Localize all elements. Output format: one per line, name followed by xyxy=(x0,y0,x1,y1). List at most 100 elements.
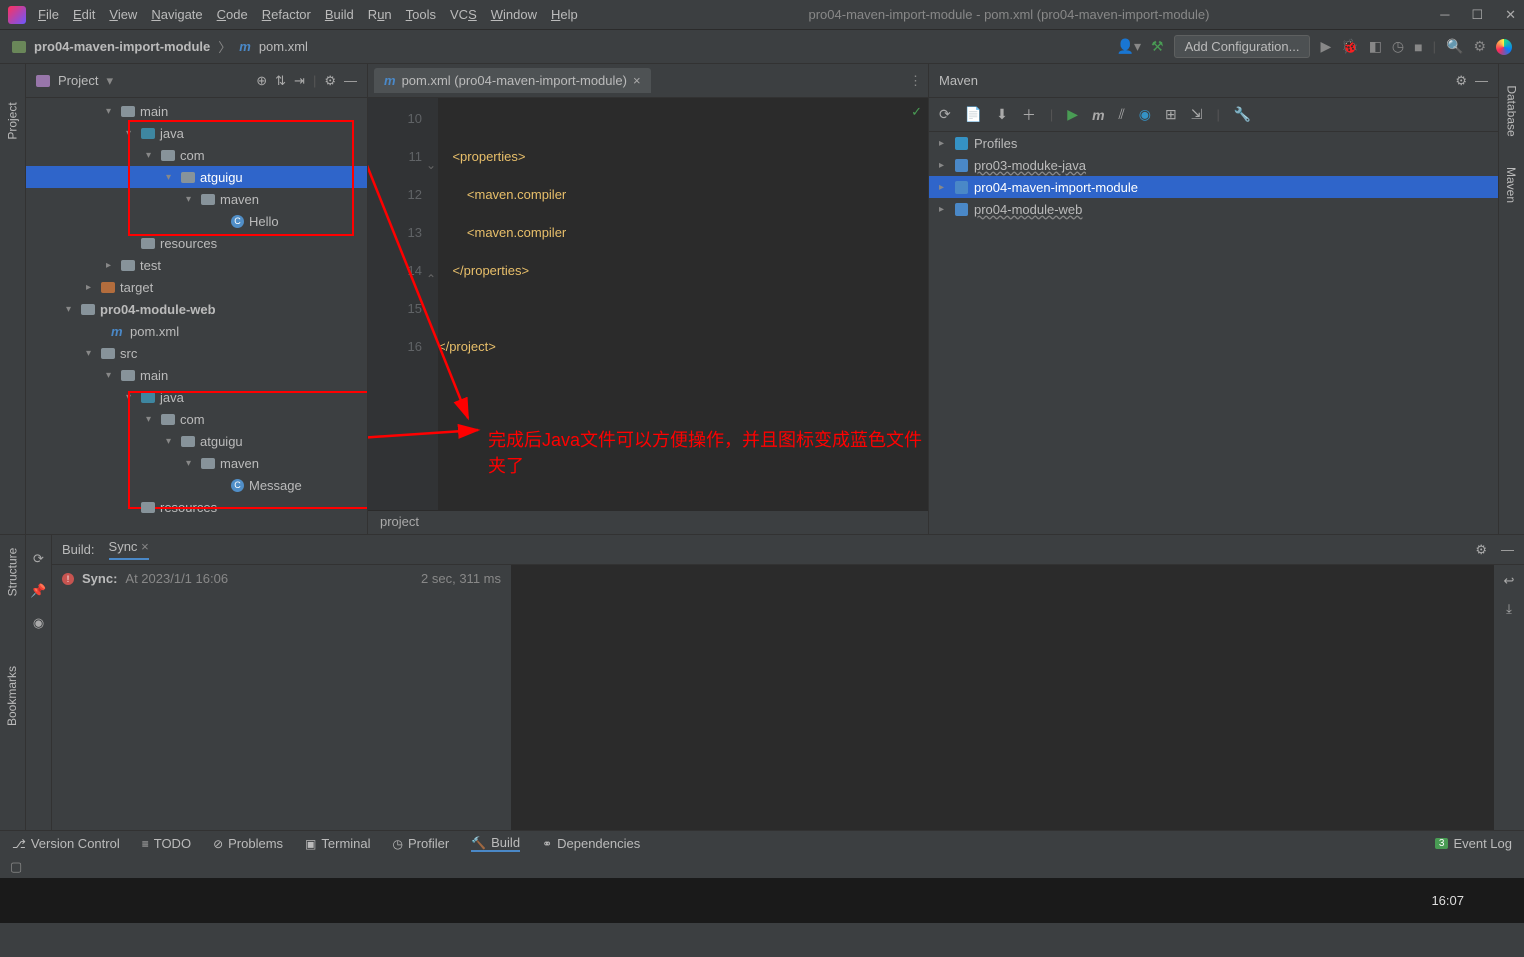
menu-file[interactable]: File xyxy=(38,7,59,22)
tree-item[interactable]: ▾pro04-module-web xyxy=(26,298,367,320)
coverage-icon[interactable]: ◧ xyxy=(1369,38,1382,55)
sync-tab[interactable]: Sync × xyxy=(109,539,149,560)
tree-item[interactable]: resources xyxy=(26,496,367,518)
editor-tab-pom[interactable]: m pom.xml (pro04-maven-import-module) × xyxy=(374,68,651,93)
menu-navigate[interactable]: Navigate xyxy=(151,7,202,22)
collapse-icon[interactable]: ⇥ xyxy=(294,73,305,89)
sidebar-tab-bookmarks[interactable]: Bookmarks xyxy=(6,666,20,726)
gear-icon[interactable]: ⚙ xyxy=(1475,542,1487,558)
tree-item[interactable]: ▾java xyxy=(26,386,367,408)
fold-icon[interactable]: ⌃ xyxy=(426,260,436,298)
sidebar-tab-maven[interactable]: Maven xyxy=(1505,167,1519,203)
menu-help[interactable]: Help xyxy=(551,7,578,22)
wrench-icon[interactable]: 🔧 xyxy=(1234,106,1251,123)
tree-item[interactable]: ▾atguigu xyxy=(26,166,367,188)
menu-window[interactable]: Window xyxy=(491,7,537,22)
soft-wrap-icon[interactable]: ↩ xyxy=(1504,573,1515,589)
status-icon[interactable]: ▢ xyxy=(10,859,22,875)
breadcrumb-file[interactable]: pom.xml xyxy=(259,39,308,54)
user-icon[interactable]: 👤▾ xyxy=(1117,38,1141,55)
search-icon[interactable]: 🔍 xyxy=(1446,38,1463,55)
hide-icon[interactable]: — xyxy=(1475,73,1488,88)
tab-build[interactable]: 🔨 Build xyxy=(471,835,520,852)
tree-item[interactable]: ▸target xyxy=(26,276,367,298)
fold-icon[interactable]: ⌄ xyxy=(426,146,436,184)
tree-item[interactable]: mpom.xml xyxy=(26,320,367,342)
build-console[interactable] xyxy=(512,565,1494,830)
run-icon[interactable]: ▶ xyxy=(1320,38,1331,55)
tree-item[interactable]: ▾java xyxy=(26,122,367,144)
offline-icon[interactable]: ◉ xyxy=(1139,106,1151,123)
maven-item[interactable]: ▸Profiles xyxy=(929,132,1498,154)
gear-icon[interactable]: ⚙ xyxy=(1455,73,1467,89)
tree-item[interactable]: ▾com xyxy=(26,408,367,430)
sidebar-tab-database[interactable]: Database xyxy=(1505,85,1519,136)
close-icon[interactable]: ✕ xyxy=(1505,7,1516,23)
dropdown-icon[interactable]: ▾ xyxy=(106,73,113,89)
tab-profiler[interactable]: ◷ Profiler xyxy=(393,836,450,851)
debug-icon[interactable]: 🐞 xyxy=(1341,38,1358,55)
scroll-end-icon[interactable]: ⤓ xyxy=(1506,601,1512,617)
maven-item[interactable]: ▸pro04-maven-import-module xyxy=(929,176,1498,198)
sync-result-row[interactable]: ! Sync: At 2023/1/1 16:06 2 sec, 311 ms xyxy=(62,571,501,586)
maven-tree[interactable]: ▸Profiles▸pro03-moduke-java▸pro04-maven-… xyxy=(929,132,1498,534)
tree-item[interactable]: ▾src xyxy=(26,342,367,364)
tree-item[interactable]: ▾main xyxy=(26,100,367,122)
jetbrains-icon[interactable] xyxy=(1496,39,1512,55)
settings-icon[interactable]: ⚙ xyxy=(1473,38,1486,55)
tab-problems[interactable]: ⊘ Problems xyxy=(213,836,283,851)
menu-edit[interactable]: Edit xyxy=(73,7,95,22)
run-icon[interactable]: ▶ xyxy=(1067,106,1078,123)
reload-icon[interactable]: ⟳ xyxy=(939,106,951,123)
collapse-icon[interactable]: ⇲ xyxy=(1191,106,1203,123)
tree-item[interactable]: ▾com xyxy=(26,144,367,166)
inspection-ok-icon[interactable]: ✓ xyxy=(911,104,922,120)
tab-dependencies[interactable]: ⚭ Dependencies xyxy=(542,836,640,851)
minimize-icon[interactable]: ─ xyxy=(1440,7,1449,23)
menu-tools[interactable]: Tools xyxy=(406,7,436,22)
tree-item[interactable]: CHello xyxy=(26,210,367,232)
hide-icon[interactable]: — xyxy=(344,73,357,88)
tab-version-control[interactable]: ⎇ Version Control xyxy=(12,836,120,851)
menu-refactor[interactable]: Refactor xyxy=(262,7,311,22)
tab-terminal[interactable]: ▣ Terminal xyxy=(305,836,370,851)
tree-item[interactable]: ▾main xyxy=(26,364,367,386)
add-icon[interactable]: ＋ xyxy=(1022,105,1036,125)
download-icon[interactable]: ⬇ xyxy=(996,106,1008,123)
menu-code[interactable]: Code xyxy=(217,7,248,22)
menu-view[interactable]: View xyxy=(109,7,137,22)
close-tab-icon[interactable]: × xyxy=(633,73,641,88)
code-editor[interactable]: ✓ ⌄ ⌃ 10111213141516 <properties> <maven… xyxy=(368,98,928,510)
skip-tests-icon[interactable]: ⫽ xyxy=(1119,106,1125,123)
hide-icon[interactable]: — xyxy=(1501,542,1514,557)
tree-item[interactable]: resources xyxy=(26,232,367,254)
gear-icon[interactable]: ⚙ xyxy=(324,73,336,89)
stop-icon[interactable]: ■ xyxy=(1414,39,1422,55)
add-configuration-button[interactable]: Add Configuration... xyxy=(1174,35,1311,58)
rerun-icon[interactable]: ⟳ xyxy=(33,551,44,567)
profile-icon[interactable]: ◷ xyxy=(1392,38,1404,55)
tree-item[interactable]: ▾maven xyxy=(26,188,367,210)
sidebar-tab-structure[interactable]: Structure xyxy=(6,548,20,597)
generate-icon[interactable]: 📄 xyxy=(965,106,982,123)
maven-item[interactable]: ▸pro03-moduke-java xyxy=(929,154,1498,176)
view-icon[interactable]: ◉ xyxy=(33,615,44,631)
project-tree[interactable]: ▾main▾java▾com▾atguigu▾mavenCHelloresour… xyxy=(26,98,367,534)
sidebar-tab-project[interactable]: Project xyxy=(6,102,20,139)
pin-icon[interactable]: 📌 xyxy=(30,583,46,599)
breadcrumb-project[interactable]: pro04-maven-import-module xyxy=(34,39,210,54)
tree-item[interactable]: CMessage xyxy=(26,474,367,496)
menu-run[interactable]: Run xyxy=(368,7,392,22)
m-icon[interactable]: m xyxy=(1092,107,1104,123)
maven-item[interactable]: ▸pro04-module-web xyxy=(929,198,1498,220)
menu-build[interactable]: Build xyxy=(325,7,354,22)
editor-breadcrumb[interactable]: project xyxy=(368,510,928,534)
build-results[interactable]: ! Sync: At 2023/1/1 16:06 2 sec, 311 ms xyxy=(52,565,512,830)
project-title[interactable]: Project xyxy=(58,73,98,88)
diagram-icon[interactable]: ⊞ xyxy=(1165,106,1177,123)
select-opened-icon[interactable]: ⊕ xyxy=(256,73,267,89)
tab-menu-icon[interactable]: ⋮ xyxy=(909,73,922,89)
tree-item[interactable]: ▾maven xyxy=(26,452,367,474)
tab-todo[interactable]: ≡ TODO xyxy=(142,836,191,851)
tree-item[interactable]: ▸test xyxy=(26,254,367,276)
